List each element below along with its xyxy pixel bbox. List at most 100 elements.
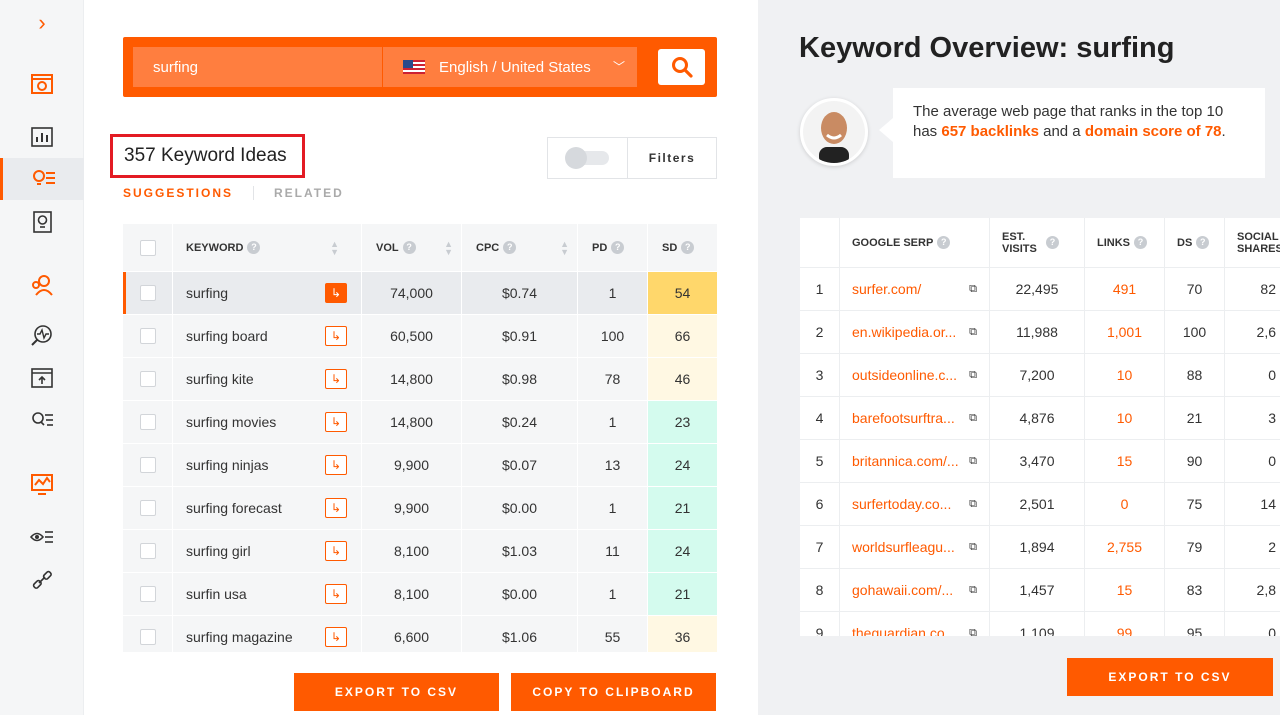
help-icon[interactable]: ? <box>247 241 261 254</box>
serp-url-link[interactable]: britannica.com/... <box>852 453 959 469</box>
header-pd[interactable]: PD <box>592 242 607 254</box>
external-link-icon[interactable]: ⧉ <box>969 541 977 554</box>
sidebar-item-content-ideas[interactable] <box>0 201 84 243</box>
row-checkbox[interactable] <box>139 500 156 516</box>
sidebar-item-keyword-ideas[interactable] <box>0 158 84 200</box>
serp-url-link[interactable]: en.wikipedia.or... <box>852 324 956 340</box>
filter-toggle[interactable] <box>548 138 628 178</box>
sort-icon[interactable]: ▲ ▼ <box>330 239 339 256</box>
external-link-icon[interactable]: ⧉ <box>969 326 977 339</box>
open-arrow-icon[interactable]: ↳ <box>325 412 347 432</box>
links-cell[interactable]: 10 <box>1085 397 1165 439</box>
sidebar-item-top-pages[interactable] <box>0 357 84 399</box>
serp-url-link[interactable]: surfer.com/ <box>852 281 921 297</box>
open-arrow-icon[interactable]: ↳ <box>325 627 347 647</box>
row-checkbox[interactable] <box>139 543 156 559</box>
links-cell[interactable]: 2,755 <box>1085 526 1165 568</box>
keyword-cell[interactable]: surfing ninjas <box>186 457 269 473</box>
table-row[interactable]: surfing board ↳ 60,500 $0.91 100 66 <box>123 315 717 358</box>
help-icon[interactable]: ? <box>611 241 625 254</box>
table-row[interactable]: surfing magazine ↳ 6,600 $1.06 55 36 <box>123 616 717 652</box>
links-cell[interactable]: 99 <box>1085 612 1165 636</box>
external-link-icon[interactable]: ⧉ <box>969 498 977 511</box>
tab-suggestions[interactable]: SUGGESTIONS <box>123 186 255 200</box>
sidebar-item-overview[interactable] <box>0 116 84 158</box>
serp-url-link[interactable]: barefootsurftra... <box>852 410 955 426</box>
chevron-right-icon[interactable]: › <box>30 10 54 36</box>
help-icon[interactable]: ? <box>1196 236 1210 249</box>
links-cell[interactable]: 0 <box>1085 483 1165 525</box>
sidebar-item-keywords[interactable] <box>0 400 84 442</box>
language-select[interactable]: English / United States ﹀ <box>383 47 637 87</box>
table-row[interactable]: surfing ↳ 74,000 $0.74 1 54 <box>123 272 717 315</box>
serp-url-link[interactable]: outsideonline.c... <box>852 367 957 383</box>
row-checkbox[interactable] <box>139 414 156 430</box>
open-arrow-icon[interactable]: ↳ <box>325 541 347 561</box>
row-checkbox[interactable] <box>139 285 156 301</box>
overview-export-csv-button[interactable]: EXPORT TO CSV <box>1067 658 1273 696</box>
header-social[interactable]: SOCIAL SHARES <box>1237 231 1280 255</box>
serp-url-link[interactable]: surfertoday.co... <box>852 496 951 512</box>
header-ds[interactable]: DS <box>1177 237 1192 249</box>
external-link-icon[interactable]: ⧉ <box>969 283 977 296</box>
search-input[interactable] <box>133 47 382 87</box>
open-arrow-icon[interactable]: ↳ <box>325 369 347 389</box>
search-button[interactable] <box>658 49 705 85</box>
links-cell[interactable]: 491 <box>1085 268 1165 310</box>
open-arrow-icon[interactable]: ↳ <box>325 283 347 303</box>
row-checkbox[interactable] <box>139 586 156 602</box>
row-checkbox[interactable] <box>139 328 156 344</box>
serp-url-link[interactable]: gohawaii.com/... <box>852 582 953 598</box>
sidebar-item-site-audit[interactable] <box>0 63 84 105</box>
help-icon[interactable]: ? <box>503 241 517 254</box>
header-serp[interactable]: GOOGLE SERP <box>852 237 933 249</box>
header-sd[interactable]: SD <box>662 242 677 254</box>
copy-clipboard-button[interactable]: COPY TO CLIPBOARD <box>511 673 716 711</box>
help-icon[interactable]: ? <box>1046 236 1059 249</box>
links-cell[interactable]: 15 <box>1085 440 1165 482</box>
links-cell[interactable]: 1,001 <box>1085 311 1165 353</box>
sort-icon[interactable]: ▲ ▼ <box>560 239 569 256</box>
keyword-cell[interactable]: surfing magazine <box>186 629 293 645</box>
select-all-checkbox[interactable] <box>139 239 156 256</box>
keyword-cell[interactable]: surfin usa <box>186 586 247 602</box>
table-row[interactable]: surfing kite ↳ 14,800 $0.98 78 46 <box>123 358 717 401</box>
external-link-icon[interactable]: ⧉ <box>969 412 977 425</box>
header-vol[interactable]: VOL <box>376 242 399 254</box>
help-icon[interactable]: ? <box>937 236 951 249</box>
keyword-cell[interactable]: surfing kite <box>186 371 254 387</box>
header-cpc[interactable]: CPC <box>476 242 499 254</box>
table-row[interactable]: surfin usa ↳ 8,100 $0.00 1 21 <box>123 573 717 616</box>
sort-icon[interactable]: ▲ ▼ <box>444 239 453 256</box>
header-visits[interactable]: EST. VISITS <box>1002 231 1042 255</box>
row-checkbox[interactable] <box>139 457 156 473</box>
open-arrow-icon[interactable]: ↳ <box>325 498 347 518</box>
links-cell[interactable]: 15 <box>1085 569 1165 611</box>
row-checkbox[interactable] <box>139 371 156 387</box>
sidebar-item-backlinks[interactable] <box>0 559 84 601</box>
table-row[interactable]: surfing forecast ↳ 9,900 $0.00 1 21 <box>123 487 717 530</box>
table-row[interactable]: surfing movies ↳ 14,800 $0.24 1 23 <box>123 401 717 444</box>
keyword-cell[interactable]: surfing movies <box>186 414 276 430</box>
external-link-icon[interactable]: ⧉ <box>969 455 977 468</box>
serp-url-link[interactable]: theguardian.co... <box>852 625 956 636</box>
table-row[interactable]: surfing girl ↳ 8,100 $1.03 11 24 <box>123 530 717 573</box>
external-link-icon[interactable]: ⧉ <box>969 584 977 597</box>
keyword-cell[interactable]: surfing <box>186 285 228 301</box>
external-link-icon[interactable]: ⧉ <box>969 369 977 382</box>
help-icon[interactable]: ? <box>402 241 416 254</box>
help-icon[interactable]: ? <box>1134 236 1147 249</box>
keyword-cell[interactable]: surfing forecast <box>186 500 282 516</box>
sidebar-item-competitors[interactable] <box>0 264 84 306</box>
open-arrow-icon[interactable]: ↳ <box>325 455 347 475</box>
tab-related[interactable]: RELATED <box>274 186 364 200</box>
export-csv-button[interactable]: EXPORT TO CSV <box>294 673 499 711</box>
open-arrow-icon[interactable]: ↳ <box>325 326 347 346</box>
serp-url-link[interactable]: worldsurfleagu... <box>852 539 955 555</box>
keyword-cell[interactable]: surfing board <box>186 328 268 344</box>
sidebar-item-traffic-analyzer[interactable] <box>0 314 84 356</box>
external-link-icon[interactable]: ⧉ <box>969 627 977 637</box>
header-links[interactable]: LINKS <box>1097 237 1130 249</box>
open-arrow-icon[interactable]: ↳ <box>325 584 347 604</box>
row-checkbox[interactable] <box>139 629 156 645</box>
